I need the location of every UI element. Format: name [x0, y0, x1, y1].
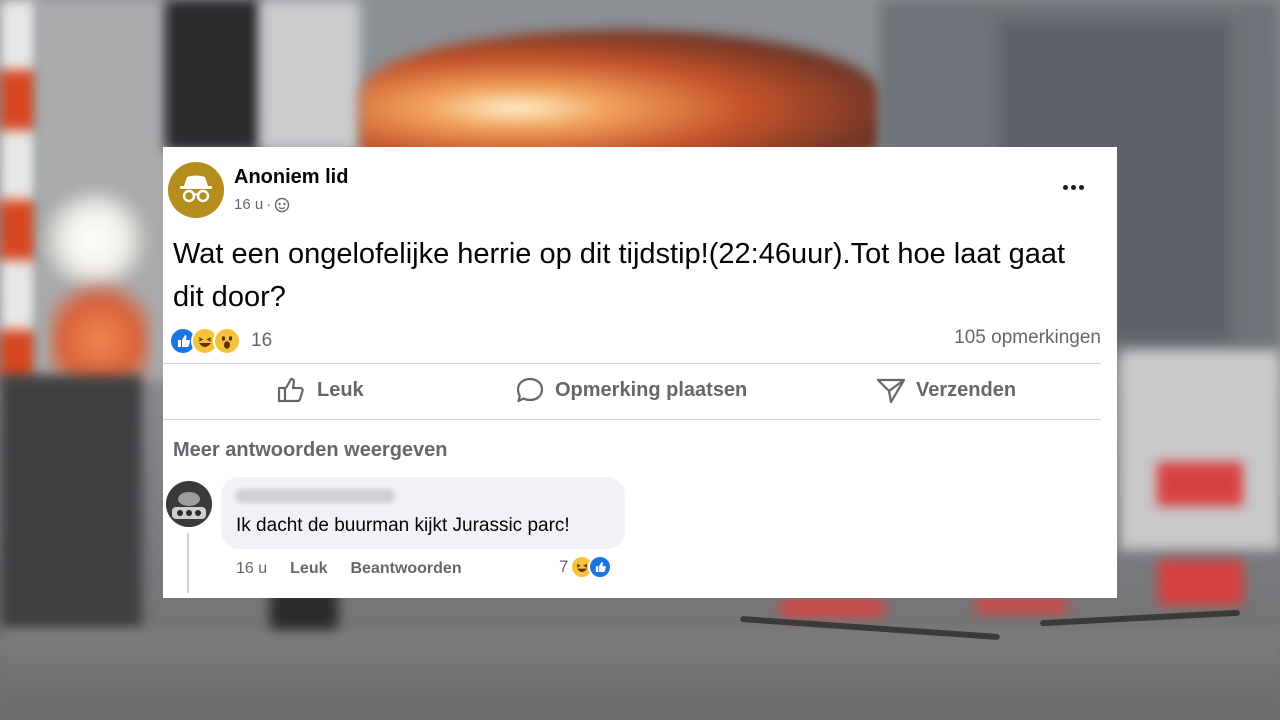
- post-meta: 16 u ·: [234, 196, 290, 213]
- comment-button[interactable]: Opmerking plaatsen: [515, 376, 747, 404]
- dark-box: [0, 375, 142, 630]
- post-card: Anoniem lid 16 u · Wat een ongelofelijke…: [163, 147, 1117, 598]
- more-icon: [1071, 185, 1076, 190]
- post-text: Wat een ongelofelijke herrie op dit tijd…: [173, 238, 1066, 313]
- share-icon: [876, 378, 906, 404]
- more-icon: [1063, 185, 1068, 190]
- comment-reaction-count: 7: [559, 557, 569, 576]
- barrier-leg: [1039, 609, 1241, 627]
- burning-object: [360, 30, 880, 160]
- comment-like-button[interactable]: Leuk: [290, 560, 327, 578]
- comment-count-link[interactable]: 105 opmerkingen: [954, 327, 1101, 349]
- incognito-icon: [180, 175, 212, 203]
- share-button[interactable]: Verzenden: [876, 376, 1016, 404]
- meta-separator: ·: [266, 196, 272, 213]
- comment-time[interactable]: 16 u: [236, 560, 267, 578]
- smoke-area: [1120, 350, 1280, 550]
- comment-bubble: Ik dacht de buurman kijkt Jurassic parc!: [221, 477, 625, 549]
- comment-reactions[interactable]: 7: [559, 555, 613, 579]
- like-reaction-icon: [588, 555, 613, 579]
- red-barrier-strip: [780, 598, 885, 618]
- red-barrier-strip: [975, 598, 1067, 614]
- red-barrier-sign: [1158, 560, 1243, 605]
- thread-line: [187, 533, 189, 593]
- dark-beam: [165, 0, 260, 150]
- building-panel: [260, 0, 360, 150]
- light-glow: [40, 190, 150, 290]
- more-icon: [1079, 185, 1084, 190]
- more-options-button[interactable]: [1061, 177, 1091, 197]
- comment-reply-button[interactable]: Beantwoorden: [350, 560, 461, 578]
- wow-reaction-icon: [213, 327, 241, 355]
- post-author[interactable]: Anoniem lid: [234, 166, 348, 189]
- comment-actions: 16 u Leuk Beantwoorden: [236, 560, 462, 578]
- barrier-pole: [0, 0, 38, 380]
- post-reactions[interactable]: 16: [169, 327, 272, 355]
- comment-icon: [516, 377, 544, 403]
- comment-text: Ik dacht de buurman kijkt Jurassic parc!: [236, 515, 570, 536]
- like-button[interactable]: Leuk: [277, 376, 364, 404]
- red-barrier-sign: [1157, 462, 1243, 506]
- like-icon: [277, 377, 304, 403]
- like-label: Leuk: [317, 378, 364, 401]
- more-answers-link[interactable]: Meer antwoorden weergeven: [173, 439, 448, 462]
- commenter-name-redacted: [235, 489, 395, 503]
- divider: [163, 419, 1101, 420]
- share-label: Verzenden: [916, 378, 1017, 401]
- commenter-avatar[interactable]: [166, 481, 212, 527]
- street-ground: [0, 630, 1280, 720]
- reaction-count: 16: [251, 330, 273, 351]
- divider: [163, 363, 1101, 364]
- comment-label: Opmerking plaatsen: [555, 378, 748, 401]
- post-time[interactable]: 16 u: [234, 196, 263, 213]
- anonymous-avatar[interactable]: [168, 162, 224, 218]
- globe-icon: [275, 197, 290, 212]
